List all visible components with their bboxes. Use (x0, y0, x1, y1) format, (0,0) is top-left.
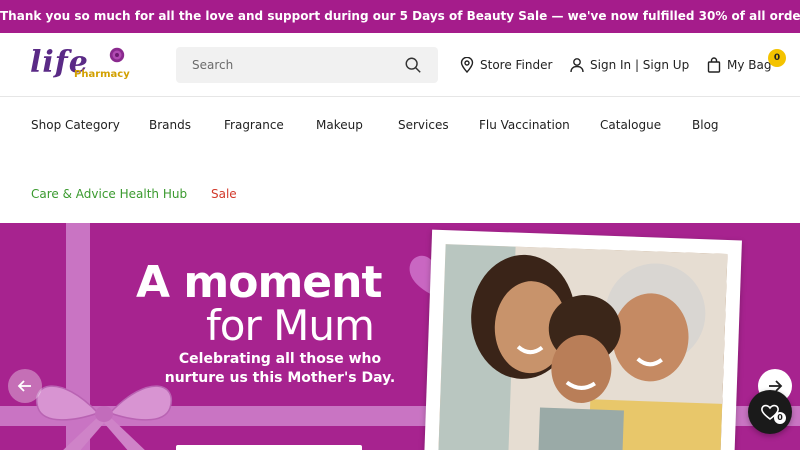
logo[interactable]: life Pharmacy (30, 45, 130, 87)
bag-label: My Bag (727, 58, 772, 72)
hero-subtitle: Celebrating all those who nurture us thi… (150, 350, 410, 388)
carousel-prev-button[interactable] (8, 369, 42, 403)
hero-title-line2: for Mum (206, 301, 375, 350)
nav-makeup[interactable]: Makeup (316, 118, 363, 132)
hero-banner[interactable]: A moment for Mum Celebrating all those w… (0, 223, 800, 450)
bag-count-badge: 0 (768, 49, 786, 67)
nav-flu-vaccination[interactable]: Flu Vaccination (479, 118, 570, 132)
nav-sale[interactable]: Sale (211, 187, 237, 201)
chevron-left-icon (17, 380, 31, 392)
bag-icon (707, 57, 721, 73)
site-header: life Pharmacy Store Finder Sign In | Sig… (0, 33, 800, 97)
bag-link[interactable]: My Bag (707, 55, 771, 75)
nav-shop-category[interactable]: Shop Category (31, 118, 120, 132)
store-finder-link[interactable]: Store Finder (460, 55, 552, 75)
hero-subtitle-line1: Celebrating all those who (178, 351, 382, 367)
nav-brands[interactable]: Brands (149, 118, 191, 132)
announcement-text: Thank you so much for all the love and s… (0, 9, 800, 23)
nav-services[interactable]: Services (398, 118, 449, 132)
location-pin-icon (460, 57, 474, 73)
hero-subtitle-line2: nurture us this Mother's Day. (164, 370, 396, 386)
nav-catalogue[interactable]: Catalogue (600, 118, 661, 132)
nav-health-hub[interactable]: Care & Advice Health Hub (31, 187, 187, 201)
sign-in-link[interactable]: Sign In | Sign Up (570, 55, 689, 75)
announcement-bar: Thank you so much for all the love and s… (0, 0, 800, 33)
family-illustration (438, 244, 728, 450)
user-icon (570, 58, 584, 73)
logo-sub: Pharmacy (74, 69, 130, 80)
search-box (176, 47, 438, 83)
wishlist-count-badge: 0 (774, 412, 786, 424)
nav-fragrance[interactable]: Fragrance (224, 118, 284, 132)
family-photo (438, 244, 728, 450)
search-icon[interactable] (404, 56, 422, 74)
store-finder-label: Store Finder (480, 58, 553, 72)
hero-photo (424, 229, 742, 450)
rose-icon (109, 47, 125, 63)
nav-blog[interactable]: Blog (692, 118, 719, 132)
sign-in-label: Sign In | Sign Up (590, 58, 690, 72)
main-nav: Shop Category Brands Fragrance Makeup Se… (0, 97, 800, 223)
hero-cta-button[interactable] (176, 445, 362, 450)
search-input[interactable] (176, 47, 396, 83)
wishlist-button[interactable]: 0 (748, 390, 792, 434)
